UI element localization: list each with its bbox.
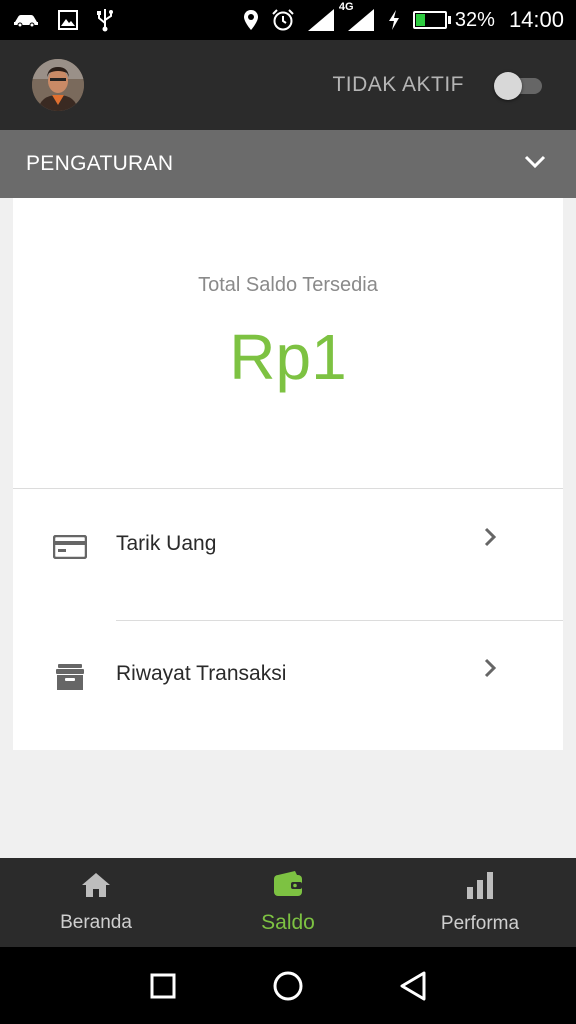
divider [116, 620, 563, 621]
charging-icon [387, 9, 401, 31]
signal-icon [307, 8, 335, 32]
settings-bar[interactable]: PENGATURAN [0, 130, 576, 198]
nav-item-label: Saldo [261, 910, 315, 934]
chevron-down-icon[interactable] [524, 155, 546, 174]
status-bar: 4G 32% 14:00 [0, 0, 576, 40]
nav-item-label: Performa [440, 912, 520, 934]
clock: 14:00 [508, 7, 564, 32]
menu-item-label: Riwayat Transaksi [116, 662, 287, 685]
wallet-icon [273, 870, 303, 903]
network-label: 4G [338, 1, 354, 13]
status-label: TIDAK AKTIF [332, 73, 464, 96]
nav-item-performa[interactable]: Performa [384, 858, 576, 947]
alarm-icon [271, 8, 295, 32]
image-icon [58, 10, 78, 30]
menu-item-riwayat-transaksi[interactable]: Riwayat Transaksi [13, 622, 563, 732]
balance-label: Total Saldo Tersedia [198, 274, 378, 296]
home-icon [81, 872, 111, 904]
nav-item-beranda[interactable]: Beranda [0, 858, 192, 947]
home-circle-icon[interactable] [268, 966, 308, 1006]
nav-item-saldo[interactable]: Saldo [192, 858, 384, 947]
card-icon [53, 530, 87, 564]
battery-level [415, 14, 425, 26]
balance-value: Rp1 [229, 321, 347, 393]
avatar[interactable] [32, 59, 84, 111]
location-icon [243, 9, 259, 31]
signal-4g-icon: 4G [339, 1, 375, 32]
balance-card: Total Saldo Tersedia Rp1 Tarik Uang Riwa… [13, 198, 563, 750]
divider [13, 488, 563, 489]
menu-item-label: Tarik Uang [116, 532, 217, 555]
battery-percent: 32% [454, 8, 495, 31]
settings-title: PENGATURAN [26, 152, 174, 175]
bottom-nav: Beranda Saldo Performa [0, 858, 576, 947]
menu-item-tarik-uang[interactable]: Tarik Uang [13, 490, 563, 600]
chevron-right-icon [483, 657, 497, 684]
active-status-toggle[interactable] [494, 72, 544, 100]
car-icon [12, 12, 40, 28]
archive-icon [53, 660, 87, 694]
recent-apps-icon[interactable] [143, 966, 183, 1006]
nav-item-label: Beranda [60, 911, 132, 933]
back-icon[interactable] [393, 966, 433, 1006]
battery-icon [412, 11, 451, 29]
app-header: TIDAK AKTIF [0, 40, 576, 130]
bar-chart-icon [465, 871, 495, 905]
usb-icon [96, 8, 114, 32]
system-nav [0, 947, 576, 1024]
chevron-right-icon [483, 526, 497, 553]
